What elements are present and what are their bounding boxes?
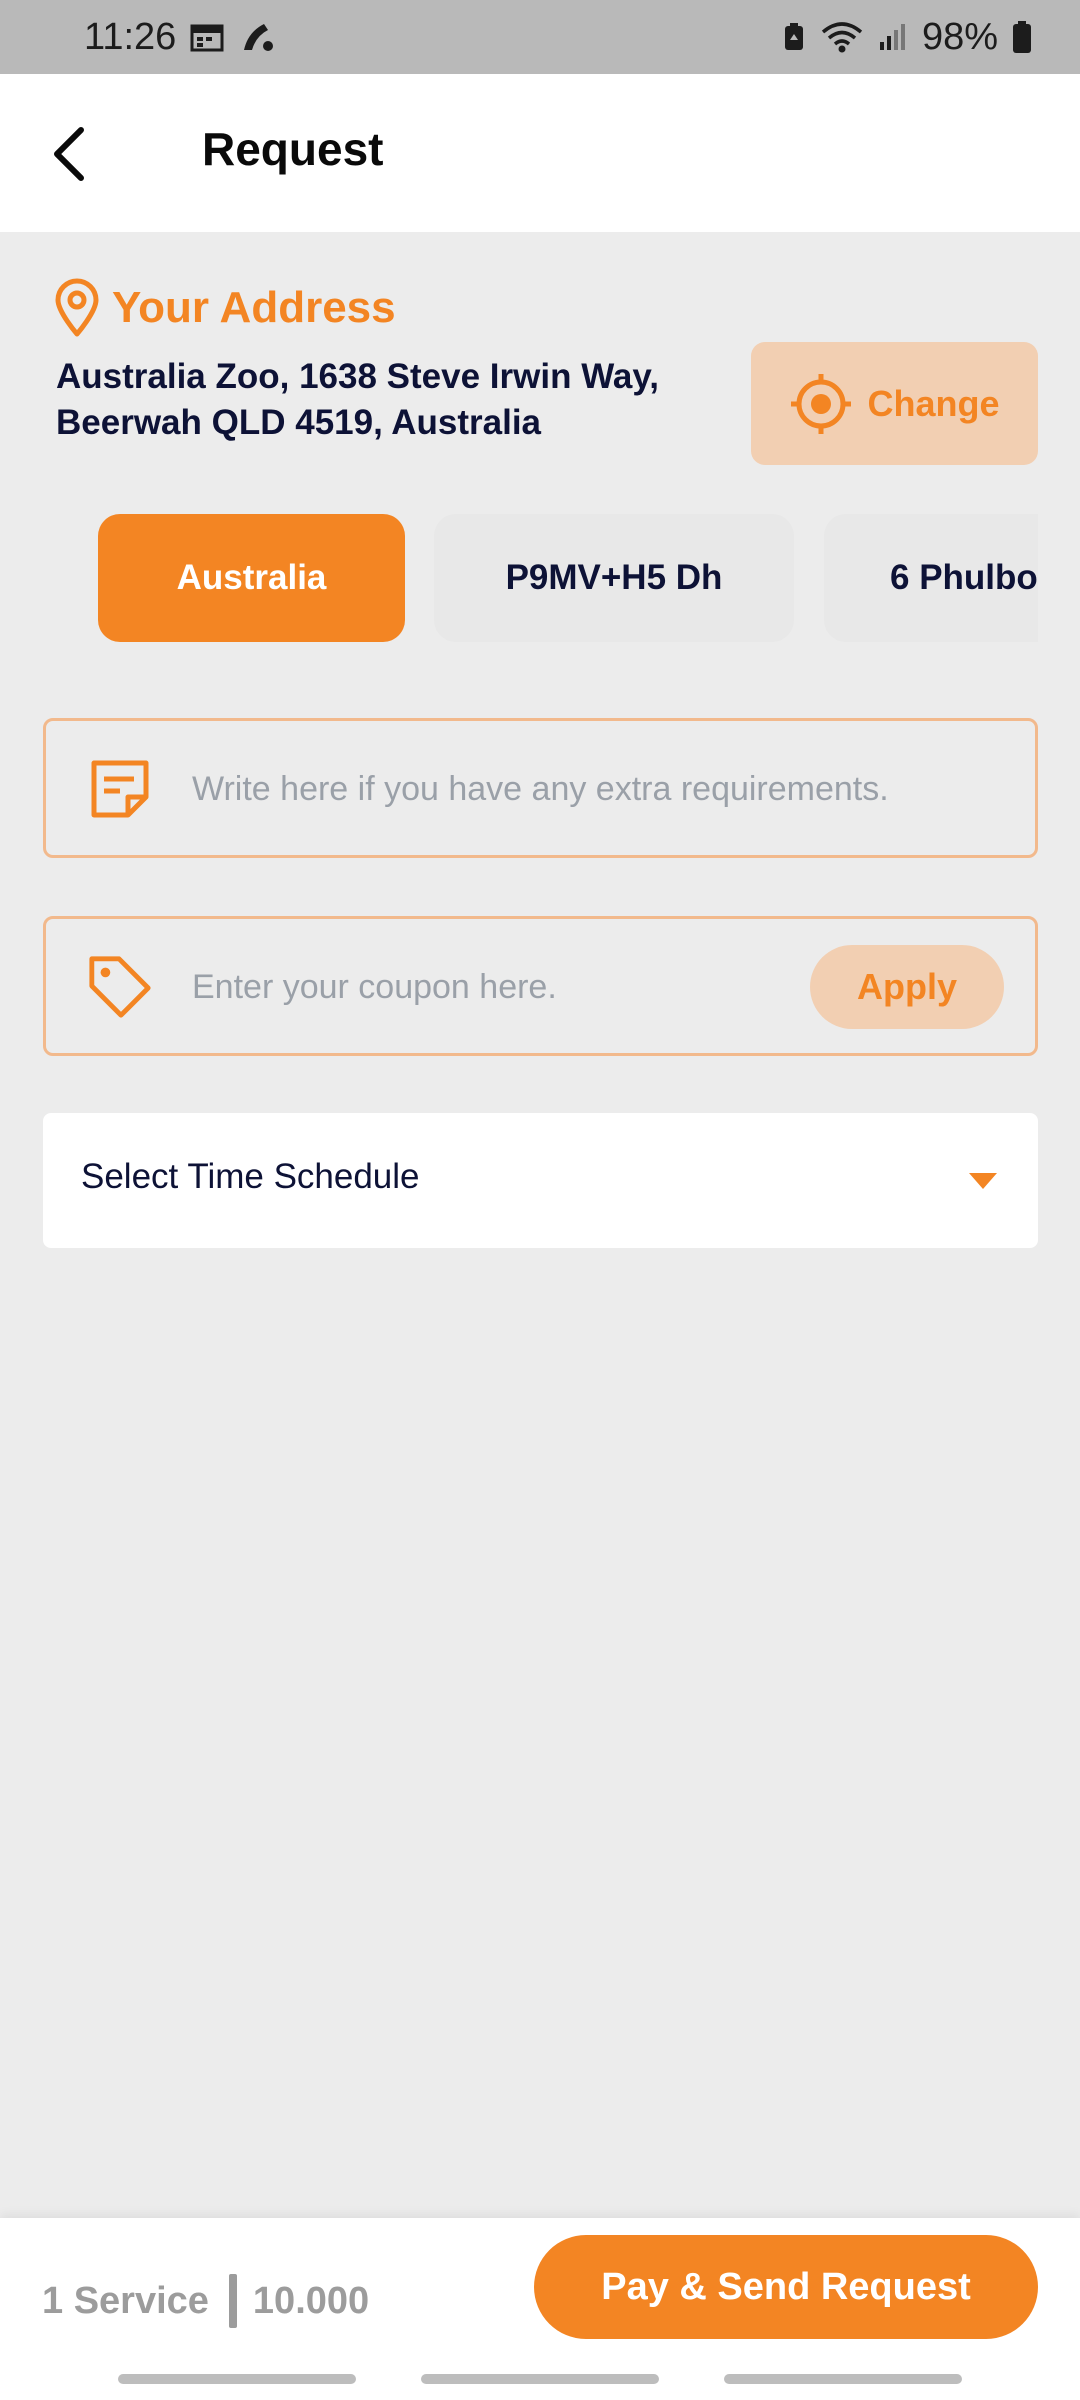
- status-right: 98%: [782, 16, 1032, 59]
- coupon-field: Apply: [43, 916, 1038, 1056]
- summary-divider: [228, 2274, 237, 2328]
- crosshair-icon: [791, 373, 852, 434]
- location-pin-icon: [55, 278, 99, 337]
- pay-send-request-button[interactable]: Pay & Send Request: [534, 2235, 1038, 2339]
- requirements-field: [43, 718, 1038, 858]
- note-icon: [86, 755, 154, 823]
- address-chip-australia[interactable]: Australia: [98, 514, 405, 642]
- address-heading: Your Address: [52, 278, 396, 338]
- battery-icon: [1012, 20, 1032, 54]
- coupon-input[interactable]: [192, 959, 832, 1015]
- app-header: Request: [0, 74, 1080, 232]
- nav-recent-pill[interactable]: [118, 2374, 356, 2384]
- status-left: 11:26: [84, 16, 276, 59]
- nav-back-pill[interactable]: [724, 2374, 962, 2384]
- nav-home-pill[interactable]: [421, 2374, 659, 2384]
- calendar-icon: [190, 22, 224, 52]
- service-count: 1 Service: [42, 2279, 209, 2322]
- address-chip-phulbo[interactable]: 6 Phulbo: [824, 514, 1038, 642]
- status-time: 11:26: [84, 15, 177, 58]
- change-address-label: Change: [867, 382, 1000, 424]
- address-line-2: Beerwah QLD 4519, Australia: [56, 403, 542, 442]
- back-button[interactable]: [34, 119, 104, 189]
- time-schedule-label: Select Time Schedule: [81, 1157, 420, 1196]
- caret-down-icon: [969, 1173, 997, 1189]
- time-schedule-select[interactable]: Select Time Schedule: [43, 1113, 1038, 1248]
- address-text: Australia Zoo, 1638 Steve Irwin Way, Bee…: [56, 354, 736, 446]
- address-line-1: Australia Zoo, 1638 Steve Irwin Way,: [56, 357, 659, 396]
- address-heading-label: Your Address: [112, 283, 396, 332]
- change-address-button[interactable]: Change: [751, 342, 1038, 465]
- page-title: Request: [202, 123, 384, 175]
- tag-icon: [86, 953, 154, 1021]
- status-bar: 11:26 98%: [0, 0, 1080, 74]
- apply-coupon-button[interactable]: Apply: [810, 945, 1004, 1029]
- saved-address-chips: Australia P9MV+H5 Dh 6 Phulbo: [0, 510, 1038, 645]
- chevron-left-icon: [54, 127, 84, 181]
- signal-icon: [878, 22, 908, 52]
- wifi-icon: [820, 20, 864, 54]
- total-price: 10.000: [252, 2279, 370, 2322]
- phone-icon: [238, 20, 276, 54]
- order-summary: 1 Service 10.000: [42, 2274, 369, 2328]
- requirements-input[interactable]: [192, 761, 1012, 817]
- battery-saver-icon: [782, 22, 806, 52]
- bottom-bar: 1 Service 10.000 Pay & Send Request: [0, 2218, 1080, 2400]
- address-chip-plus-code[interactable]: P9MV+H5 Dh: [434, 514, 794, 642]
- battery-percent: 98%: [921, 15, 998, 58]
